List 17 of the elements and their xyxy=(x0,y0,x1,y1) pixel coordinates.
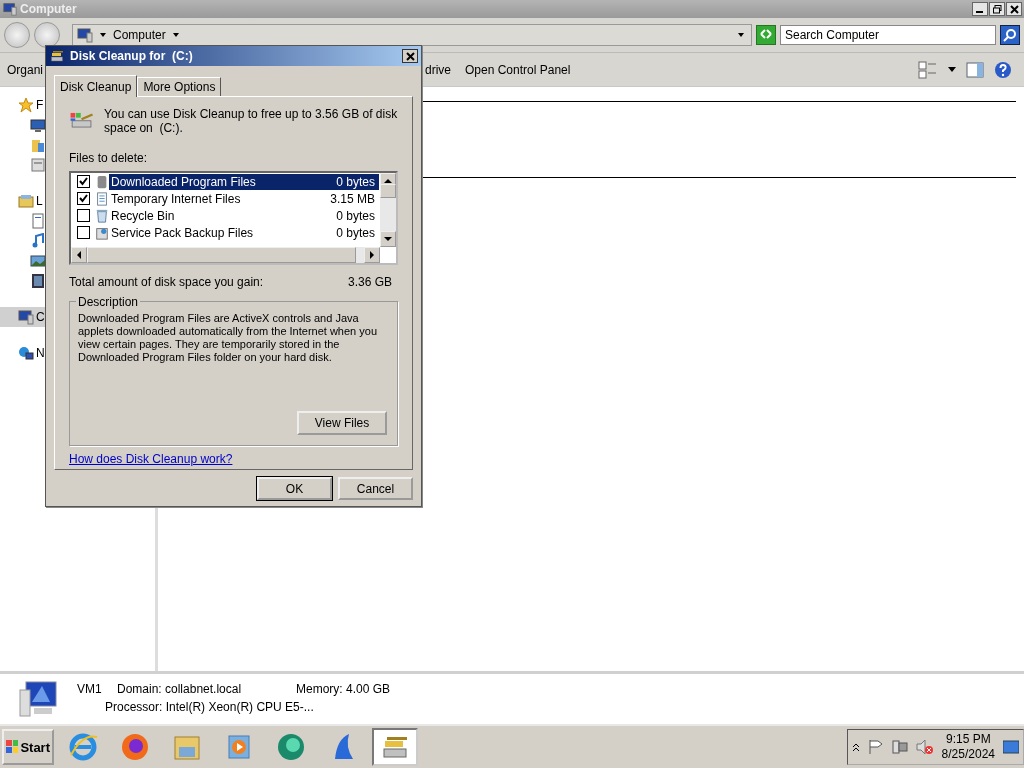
file-size: 0 bytes xyxy=(335,224,376,241)
window-title: Computer xyxy=(20,2,77,16)
description-title: Description xyxy=(76,295,141,309)
file-size: 3.15 MB xyxy=(329,190,376,207)
total-value: 3.36 GB xyxy=(347,275,392,289)
computer-name: VM1 xyxy=(77,682,102,696)
address-text: Computer xyxy=(113,28,166,42)
dialog-title: Disk Cleanup for (C:) xyxy=(70,49,193,63)
files-label: Files to delete: xyxy=(69,151,149,165)
total-label: Total amount of disk space you gain: xyxy=(69,275,264,289)
file-size: 0 bytes xyxy=(332,173,379,190)
processor-text: Processor: Intel(R) Xeon(R) CPU E5-... xyxy=(105,700,314,714)
description-text: Downloaded Program Files are ActiveX controls and Java applets downloaded automatically from the Internet when you view certain pages. They are temporarily stored in the Downloaded Program Files folder on your hard disk. xyxy=(78,312,378,364)
file-size: 0 bytes xyxy=(335,207,376,224)
memory-text: Memory: 4.00 GB xyxy=(296,682,391,696)
intro-text: You can use Disk Cleanup to free up to 3.56 GB of disk space on (C:). xyxy=(104,107,398,135)
domain-text: Domain: collabnet.local xyxy=(117,682,242,696)
